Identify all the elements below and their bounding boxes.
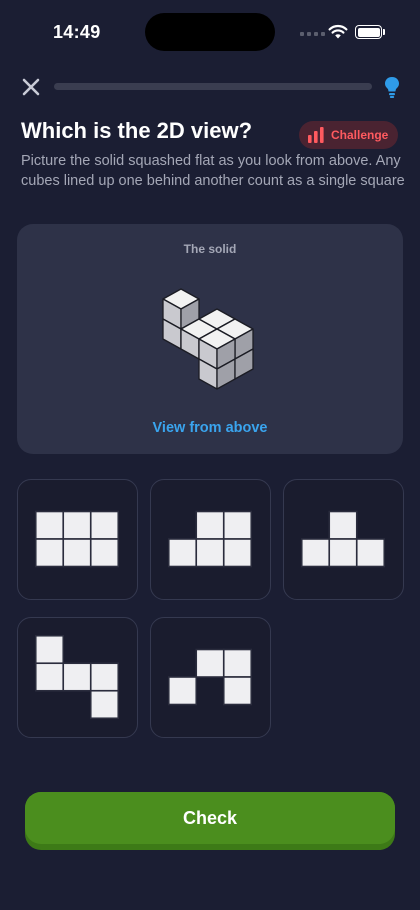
option-b[interactable] [150, 479, 271, 600]
grid-square [355, 538, 386, 568]
grid-square [222, 510, 253, 540]
option-grid [167, 510, 253, 568]
grid-square [34, 634, 65, 665]
lightbulb-icon[interactable] [383, 75, 401, 99]
grid-square [222, 676, 253, 706]
signal-icon [300, 32, 325, 36]
option-grid [167, 648, 253, 706]
grid-square [62, 662, 92, 692]
option-e[interactable] [150, 617, 271, 738]
option-grid [34, 634, 120, 720]
grid-square [34, 538, 65, 568]
view-from-above-link[interactable]: View from above [17, 420, 403, 436]
option-d[interactable] [17, 617, 138, 738]
progress-bar [54, 83, 372, 90]
grid-square [89, 510, 120, 540]
grid-square [328, 538, 358, 568]
close-icon[interactable] [20, 76, 42, 98]
grid-square [167, 676, 198, 706]
dynamic-island [145, 13, 275, 51]
grid-square [222, 648, 253, 678]
question-description: Picture the solid squashed flat as you l… [21, 153, 405, 189]
grid-square [222, 538, 253, 568]
challenge-badge: Challenge [299, 121, 398, 149]
solid-label: The solid [183, 242, 237, 256]
battery-icon [355, 25, 382, 39]
grid-square [34, 510, 65, 540]
grid-square [62, 510, 92, 540]
check-button-label: Check [25, 792, 395, 844]
option-grid [300, 510, 386, 568]
grid-square [195, 510, 225, 540]
status-bar: 14:49 [0, 0, 420, 64]
wifi-icon [328, 24, 348, 39]
grid-square [89, 538, 120, 568]
grid-square [34, 662, 65, 692]
badge-label: Challenge [331, 128, 389, 142]
option-a[interactable] [17, 479, 138, 600]
grid-square [300, 538, 331, 568]
option-grid [34, 510, 120, 568]
grid-square [89, 689, 120, 720]
grid-square [89, 662, 120, 692]
solid-3d-figure [162, 288, 254, 390]
grid-square [195, 648, 225, 678]
grid-square [195, 538, 225, 568]
check-button[interactable]: Check [25, 792, 395, 850]
bar-chart-icon [308, 127, 324, 143]
grid-square [62, 538, 92, 568]
status-time: 14:49 [53, 22, 101, 42]
option-c[interactable] [283, 479, 404, 600]
question-title: Which is the 2D view? [21, 118, 253, 143]
grid-square [328, 510, 358, 540]
grid-square [167, 538, 198, 568]
